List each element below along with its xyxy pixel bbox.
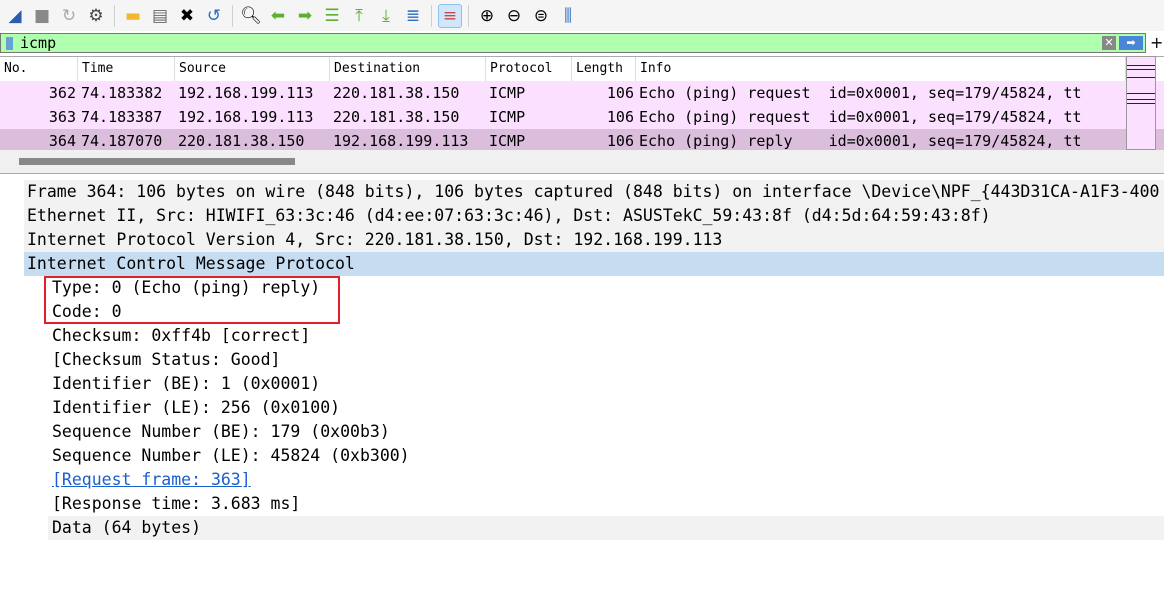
tree-item-frame[interactable]: ›Frame 364: 106 bytes on wire (848 bits)…: [24, 180, 1164, 204]
highlight-box: [44, 276, 340, 324]
tree-item-ethernet[interactable]: ›Ethernet II, Src: HIWIFI_63:3c:46 (d4:e…: [24, 204, 1164, 228]
save-file-icon[interactable]: ▤: [148, 4, 172, 28]
request-frame-link[interactable]: [Request frame: 363]: [52, 470, 251, 489]
tree-item-response-time[interactable]: [Response time: 3.683 ms]: [0, 492, 1164, 516]
toolbar-separator: [232, 4, 233, 27]
packet-row[interactable]: 363 74.183387 192.168.199.113 220.181.38.15…: [0, 105, 1164, 129]
last-packet-icon[interactable]: ⤓: [374, 4, 398, 28]
tree-item-request-frame[interactable]: [Request frame: 363]: [0, 468, 1164, 492]
cell-src: 192.168.199.113: [178, 108, 314, 126]
column-header-time[interactable]: Time: [78, 57, 175, 81]
tree-item-icmp-field[interactable]: Sequence Number (LE): 45824 (0xb300): [0, 444, 1164, 468]
column-header-length[interactable]: Length: [572, 57, 636, 81]
tree-item-label: Internet Control Message Protocol: [27, 254, 355, 273]
tree-item-ip[interactable]: ›Internet Protocol Version 4, Src: 220.1…: [24, 228, 1164, 252]
options-gear-icon[interactable]: ⚙: [84, 4, 108, 28]
cell-len: 106: [606, 84, 634, 102]
cell-info: Echo (ping) request id=0x0001, seq=179/4…: [639, 84, 1082, 102]
cell-no: 364: [48, 132, 76, 150]
display-filter-input[interactable]: [17, 34, 1102, 52]
tree-item-data[interactable]: ›Data (64 bytes): [48, 516, 1164, 540]
cell-time: 74.183387: [81, 108, 163, 126]
shark-fin-start-icon[interactable]: ◢: [3, 4, 27, 28]
cell-dst: 220.181.38.150: [333, 108, 460, 126]
packet-minimap[interactable]: [1126, 56, 1156, 150]
cell-dst: 192.168.199.113: [333, 132, 469, 150]
apply-filter-icon[interactable]: ➡: [1119, 36, 1143, 50]
cell-info: Echo (ping) request id=0x0001, seq=179/4…: [639, 108, 1082, 126]
colorize-icon[interactable]: ≡: [438, 3, 462, 28]
column-header-no[interactable]: No.: [0, 57, 78, 81]
toolbar-separator: [114, 4, 115, 27]
stop-icon[interactable]: ■: [30, 4, 54, 28]
reload-icon[interactable]: ↺: [202, 4, 226, 28]
column-header-destination[interactable]: Destination: [330, 57, 486, 81]
open-folder-icon[interactable]: ▬: [121, 4, 145, 28]
tree-item-label: Frame 364: 106 bytes on wire (848 bits),…: [27, 182, 1160, 201]
tree-item-icmp-field[interactable]: Identifier (LE): 256 (0x0100): [0, 396, 1164, 420]
tree-item-icmp[interactable]: ⌄Internet Control Message Protocol: [24, 252, 1164, 276]
horizontal-scrollbar[interactable]: [0, 150, 1164, 174]
tree-item-icmp-field[interactable]: [Checksum Status: Good]: [0, 348, 1164, 372]
cell-info: Echo (ping) reply id=0x0001, seq=179/458…: [639, 132, 1082, 150]
zoom-out-icon[interactable]: ⊖: [502, 4, 526, 28]
back-arrow-icon[interactable]: ⬅: [266, 4, 290, 28]
cell-len: 106: [606, 132, 634, 150]
cell-time: 74.183382: [81, 84, 163, 102]
add-filter-button-icon[interactable]: +: [1150, 33, 1163, 52]
main-toolbar: ◢ ■ ↻ ⚙ ▬ ▤ ✖ ↺ 🔍︎ ⬅ ➡ ☰ ⤒ ⤓ ≣ ≡ ⊕ ⊖ ⊜ ⫼: [0, 0, 1164, 31]
toolbar-separator: [431, 4, 432, 27]
normal-size-icon[interactable]: ⊜: [529, 4, 553, 28]
autoscroll-icon[interactable]: ≣: [401, 4, 425, 28]
cell-proto: ICMP: [489, 132, 526, 150]
bookmark-icon[interactable]: [1, 34, 17, 52]
cell-no: 363: [48, 108, 76, 126]
cell-len: 106: [606, 108, 634, 126]
packet-details-tree: ›Frame 364: 106 bytes on wire (848 bits)…: [0, 180, 1164, 540]
tree-item-icmp-field[interactable]: Identifier (BE): 1 (0x0001): [0, 372, 1164, 396]
tree-item-label: Ethernet II, Src: HIWIFI_63:3c:46 (d4:ee…: [27, 206, 991, 225]
tree-item-label: Data (64 bytes): [52, 518, 202, 537]
first-packet-icon[interactable]: ⤒: [347, 4, 371, 28]
tree-item-icmp-field[interactable]: Checksum: 0xff4b [correct]: [0, 324, 1164, 348]
toolbar-separator: [468, 4, 469, 27]
cell-src: 192.168.199.113: [178, 84, 314, 102]
tree-item-icmp-field[interactable]: Sequence Number (BE): 179 (0x00b3): [0, 420, 1164, 444]
cell-proto: ICMP: [489, 84, 526, 102]
cell-dst: 220.181.38.150: [333, 84, 460, 102]
cell-src: 220.181.38.150: [178, 132, 305, 150]
restart-icon[interactable]: ↻: [57, 4, 81, 28]
cell-time: 74.187070: [81, 132, 163, 150]
cell-proto: ICMP: [489, 108, 526, 126]
clear-filter-icon[interactable]: ✕: [1102, 36, 1116, 50]
close-file-icon[interactable]: ✖: [175, 4, 199, 28]
display-filter-bar: ✕ ➡: [0, 33, 1146, 53]
scrollbar-thumb[interactable]: [19, 158, 295, 165]
find-icon[interactable]: 🔍︎: [239, 4, 263, 28]
forward-arrow-icon[interactable]: ➡: [293, 4, 317, 28]
column-header-protocol[interactable]: Protocol: [486, 57, 572, 81]
packet-row[interactable]: 362 74.183382 192.168.199.113 220.181.38.15…: [0, 81, 1164, 105]
tree-item-label: Internet Protocol Version 4, Src: 220.18…: [27, 230, 723, 249]
zoom-in-icon[interactable]: ⊕: [475, 4, 499, 28]
go-to-packet-icon[interactable]: ☰: [320, 4, 344, 28]
column-header-info[interactable]: Info: [636, 57, 1126, 81]
cell-no: 362: [48, 84, 76, 102]
tree-item-label: [Response time: 3.683 ms]: [52, 494, 301, 513]
resize-columns-icon[interactable]: ⫼: [556, 4, 580, 28]
packet-list-header: No. Time Source Destination Protocol Len…: [0, 57, 1164, 81]
column-header-source[interactable]: Source: [175, 57, 330, 81]
